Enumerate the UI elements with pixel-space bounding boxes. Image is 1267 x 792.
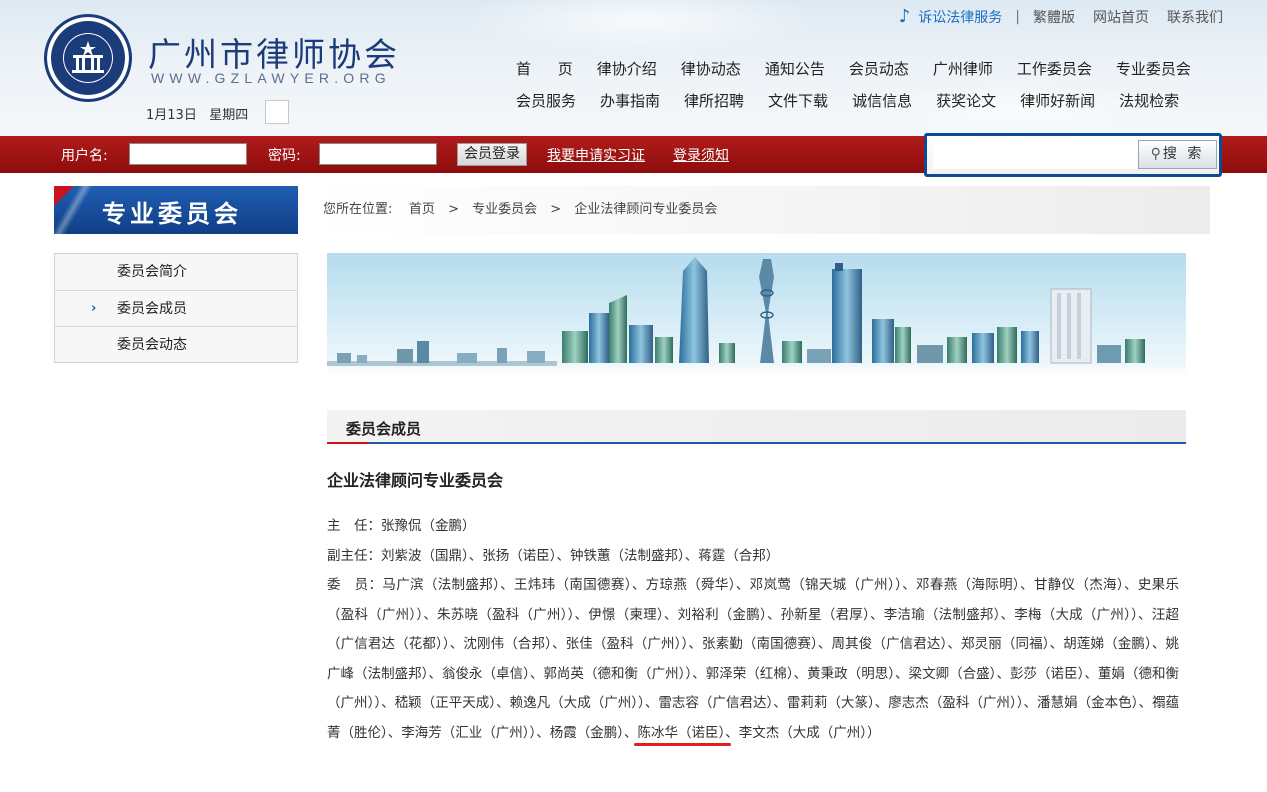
site-header: 广州市律师协会 WWW.GZLAWYER.ORG 1月13日 星期四 ♪ 诉讼法… [0, 0, 1267, 136]
traditional-chinese-link[interactable]: 繁體版 [1033, 7, 1075, 27]
search-button[interactable]: ⚲ 搜 索 [1138, 140, 1217, 169]
sidebar-banner: 专业委员会 [54, 186, 298, 234]
site-url: WWW.GZLAWYER.ORG [151, 70, 391, 86]
banner-red-corner [54, 186, 74, 206]
weather-box [265, 100, 289, 124]
date-weekday: 星期四 [209, 108, 249, 123]
current-date: 1月13日 星期四 [146, 104, 248, 123]
breadcrumb-committees[interactable]: 专业委员会 [472, 202, 537, 217]
nav-item-recruitment[interactable]: 律所招聘 [684, 90, 744, 111]
nav-item-notices[interactable]: 通知公告 [765, 58, 825, 79]
sidebar-menu: 委员会简介 › 委员会成员 委员会动态 [54, 253, 298, 363]
search-icon: ⚲ [1150, 146, 1161, 162]
nav-item-about[interactable]: 律协介绍 [597, 58, 657, 79]
sidebar-item-label: 委员会成员 [117, 301, 187, 317]
highlighted-member: 陈冰华（诺臣） [637, 724, 726, 741]
nav-item-law-search[interactable]: 法规检索 [1119, 90, 1179, 111]
sidebar-item-label: 委员会动态 [117, 337, 187, 353]
member-list: 主 任：张豫侃（金鹏） 副主任：刘紫波（国鼎）、张扬（诺臣）、钟铁蕙（法制盛邦）… [327, 512, 1179, 748]
nav-item-credit-info[interactable]: 诚信信息 [852, 90, 912, 111]
members-names: 马广滨（法制盛邦）、王炜玮（南国德赛）、方琼燕（舜华）、邓岚莺（锦天城（广州））… [327, 577, 1179, 741]
nav-row-1: 首 页 律协介绍 律协动态 通知公告 会员动态 广州律师 工作委员会 专业委员会 [516, 52, 1191, 84]
city-skyline-banner [327, 253, 1186, 374]
site-title[interactable]: 广州市律师协会 [148, 28, 400, 76]
members-label: 委 员： [327, 577, 383, 593]
litigation-service-link[interactable]: 诉讼法律服务 [918, 7, 1002, 27]
vice-director-names: 刘紫波（国鼎）、张扬（诺臣）、钟铁蕙（法制盛邦）、蒋霆（合邦） [381, 547, 780, 564]
breadcrumb-separator: > [550, 202, 562, 217]
sidebar-banner-title: 专业委员会 [102, 199, 242, 228]
home-link[interactable]: 网站首页 [1093, 7, 1149, 27]
members-line: 委 员：马广滨（法制盛邦）、王炜玮（南国德赛）、方琼燕（舜华）、邓岚莺（锦天城（… [327, 571, 1179, 748]
sidebar-item-members[interactable]: › 委员会成员 [55, 290, 297, 326]
password-label: 密码: [268, 148, 301, 164]
members-names-tail: 、李文杰（大成（广州）） [725, 724, 881, 741]
nav-item-news[interactable]: 律协动态 [681, 58, 741, 79]
login-bar: 用户名: 密码: 会员登录 我要申请实习证 登录须知 ⚲ 搜 索 [0, 133, 1267, 177]
director-line: 主 任：张豫侃（金鹏） [327, 512, 1179, 542]
nav-item-home[interactable]: 首 页 [516, 58, 573, 79]
nav-item-work-committees[interactable]: 工作委员会 [1017, 58, 1092, 79]
nav-item-lawyer-good-news[interactable]: 律师好新闻 [1020, 90, 1095, 111]
sidebar-item-intro[interactable]: 委员会简介 [55, 254, 297, 290]
director-names: 张豫侃（金鹏） [381, 518, 476, 534]
search-input[interactable] [933, 141, 1137, 169]
login-notice-link[interactable]: 登录须知 [673, 145, 729, 165]
section-heading-accent [327, 442, 369, 444]
association-logo-emblem[interactable] [44, 14, 132, 102]
nav-item-member-news[interactable]: 会员动态 [849, 58, 909, 79]
breadcrumb-separator: > [448, 202, 459, 217]
breadcrumb-prefix: 您所在位置: [323, 202, 393, 217]
section-heading: 委员会成员 [346, 420, 422, 438]
nav-item-downloads[interactable]: 文件下载 [768, 90, 828, 111]
nav-row-2: 会员服务 办事指南 律所招聘 文件下载 诚信信息 获奖论文 律师好新闻 法规检索 [516, 84, 1191, 116]
apply-internship-link[interactable]: 我要申请实习证 [547, 145, 645, 165]
nav-item-award-papers[interactable]: 获奖论文 [936, 90, 996, 111]
vice-director-line: 副主任：刘紫波（国鼎）、张扬（诺臣）、钟铁蕙（法制盛邦）、蒋霆（合邦） [327, 542, 1179, 572]
chevron-right-icon: › [91, 301, 97, 316]
username-input[interactable] [129, 143, 247, 165]
music-note-icon: ♪ [898, 6, 911, 27]
password-input[interactable] [319, 143, 437, 165]
director-label: 主 任： [327, 518, 381, 534]
contact-link[interactable]: 联系我们 [1167, 7, 1223, 27]
nav-item-special-committees[interactable]: 专业委员会 [1116, 58, 1191, 79]
date-day: 1月13日 [146, 108, 197, 123]
nav-item-guide[interactable]: 办事指南 [600, 90, 660, 111]
main-nav: 首 页 律协介绍 律协动态 通知公告 会员动态 广州律师 工作委员会 专业委员会… [516, 52, 1191, 116]
member-login-button[interactable]: 会员登录 [457, 143, 527, 166]
breadcrumb-current[interactable]: 企业法律顾问专业委员会 [574, 202, 717, 217]
sidebar-item-label: 委员会简介 [117, 264, 187, 280]
nav-item-gz-lawyers[interactable]: 广州律师 [933, 58, 993, 79]
top-links-separator: | [1015, 8, 1020, 25]
breadcrumb: 您所在位置: 首页 > 专业委员会 > 企业法律顾问专业委员会 [308, 186, 1210, 234]
search-button-label: 搜 索 [1162, 146, 1205, 162]
sidebar-item-activities[interactable]: 委员会动态 [55, 326, 297, 362]
committee-title: 企业法律顾问专业委员会 [327, 471, 504, 490]
section-header: 委员会成员 [327, 410, 1186, 444]
vice-director-label: 副主任： [327, 547, 381, 564]
breadcrumb-home[interactable]: 首页 [409, 202, 435, 217]
username-label: 用户名: [61, 148, 108, 164]
top-links: ♪ 诉讼法律服务 | 繁體版 网站首页 联系我们 [899, 6, 1223, 27]
nav-item-member-services[interactable]: 会员服务 [516, 90, 576, 111]
search-box: ⚲ 搜 索 [924, 133, 1222, 177]
